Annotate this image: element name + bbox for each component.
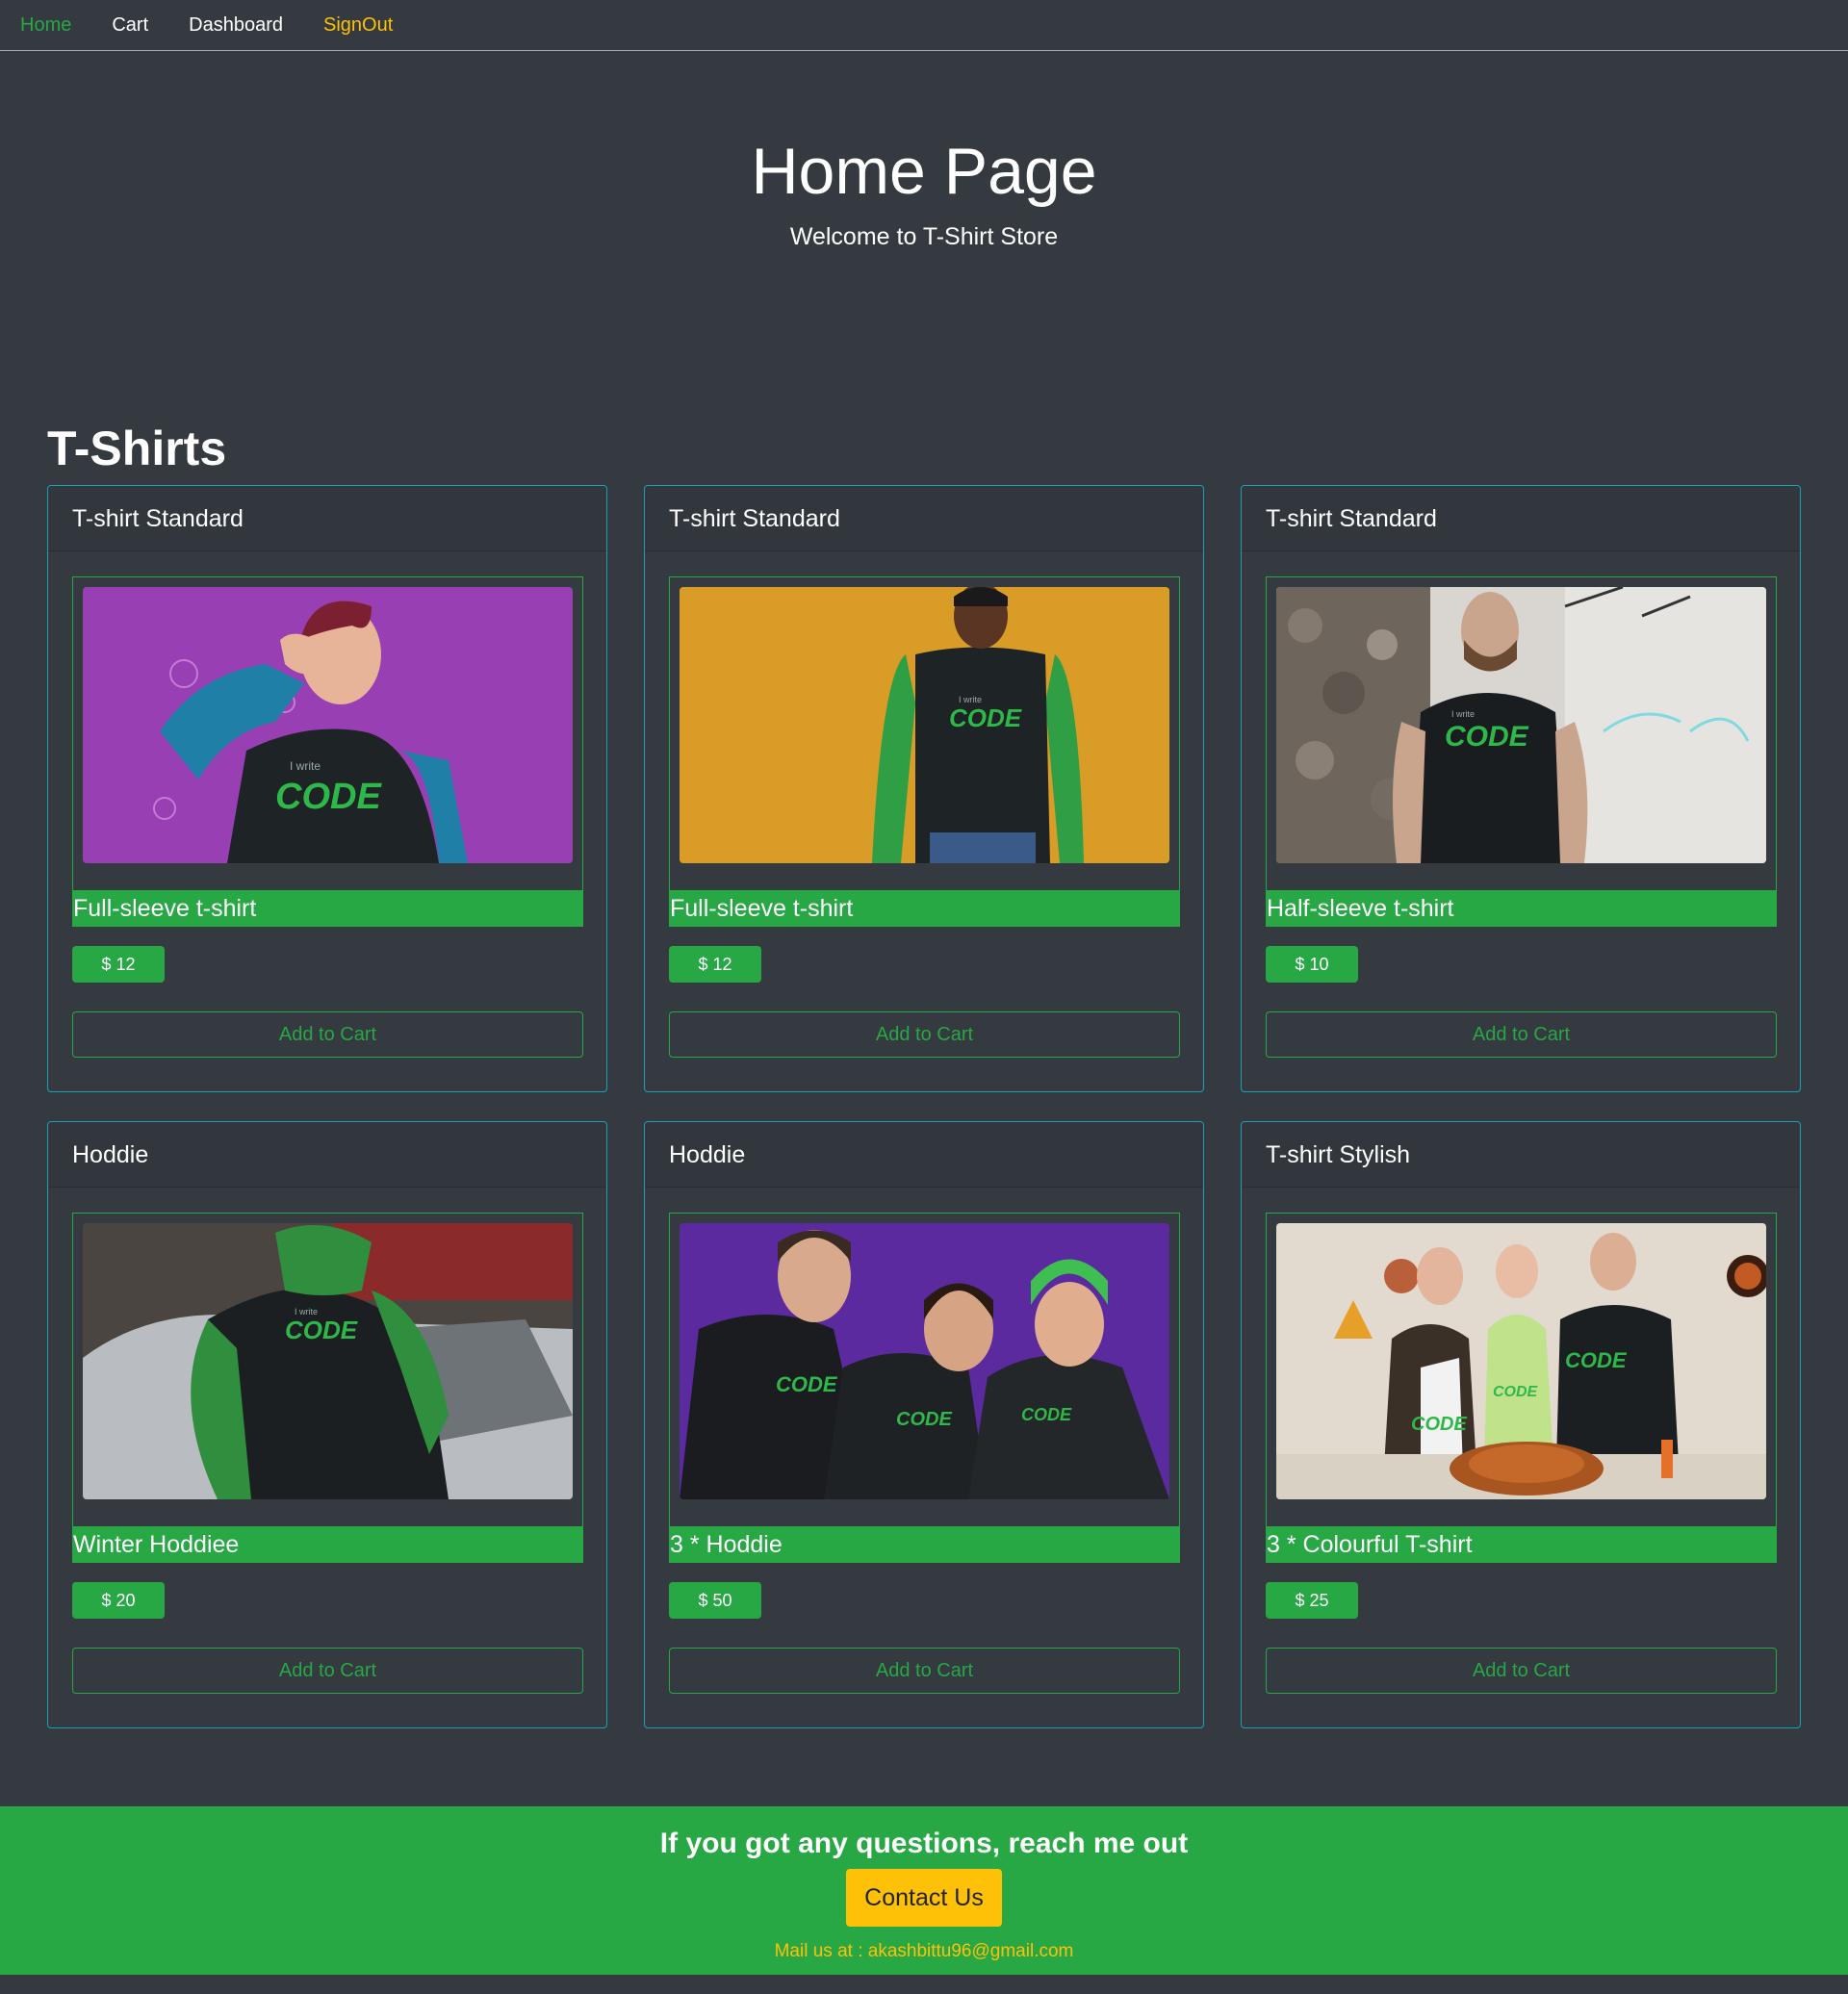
product-name: Half-sleeve t-shirt [1266, 890, 1777, 927]
add-to-cart-button[interactable]: Add to Cart [669, 1648, 1180, 1694]
price-badge: $ 10 [1266, 946, 1358, 983]
footer: If you got any questions, reach me out C… [0, 1806, 1848, 1975]
card-header: Hoddie [48, 1122, 606, 1188]
product-name: Full-sleeve t-shirt [72, 890, 583, 927]
contact-us-button[interactable]: Contact Us [846, 1869, 1002, 1927]
card-header: T-shirt Stylish [1242, 1122, 1800, 1188]
product-card: T-shirt Standard I write CODE Full-sleev… [644, 485, 1204, 1092]
nav-signout-link[interactable]: SignOut [323, 14, 393, 37]
product-grid: T-shirt Standard I write CODE Full-sleev… [47, 485, 1801, 1728]
svg-text:CODE: CODE [776, 1372, 838, 1396]
card-header: T-shirt Standard [1242, 486, 1800, 551]
product-image: CODE CODE CODE [680, 1223, 1169, 1499]
svg-text:CODE: CODE [1411, 1414, 1467, 1435]
image-frame: I write CODE [1266, 576, 1777, 890]
product-card: T-shirt Stylish CODE CODE CODE 3 * Colou… [1241, 1121, 1801, 1728]
image-frame: CODE CODE CODE [669, 1213, 1180, 1526]
price-badge: $ 12 [72, 946, 165, 983]
card-body: I write CODE Full-sleeve t-shirt $ 12 Ad… [72, 576, 583, 1058]
add-to-cart-button[interactable]: Add to Cart [72, 1648, 583, 1694]
image-frame: I write CODE [669, 576, 1180, 890]
add-to-cart-button[interactable]: Add to Cart [1266, 1011, 1777, 1058]
svg-text:CODE: CODE [949, 703, 1022, 732]
product-card: Hoddie CODE CODE CODE 3 * Hoddie $ 50 Ad… [644, 1121, 1204, 1728]
image-frame: CODE CODE CODE [1266, 1213, 1777, 1526]
product-card: T-shirt Standard [47, 485, 607, 1092]
card-header: T-shirt Standard [48, 486, 606, 551]
navbar: Home Cart Dashboard SignOut [0, 0, 1848, 51]
product-image: I write CODE [83, 587, 573, 863]
svg-text:CODE: CODE [1445, 721, 1529, 753]
price-badge: $ 50 [669, 1582, 761, 1619]
image-frame: I write CODE [72, 1213, 583, 1526]
svg-text:CODE: CODE [1565, 1348, 1628, 1372]
section-title: T-Shirts [47, 422, 227, 475]
price-badge: $ 20 [72, 1582, 165, 1619]
card-body: I write CODE Half-sleeve t-shirt $ 10 Ad… [1266, 576, 1777, 1058]
product-name: 3 * Colourful T-shirt [1266, 1526, 1777, 1563]
footer-mail-text: Mail us at : akashbittu96@gmail.com [774, 1941, 1074, 1961]
svg-text:CODE: CODE [1493, 1384, 1539, 1400]
svg-text:I write: I write [1451, 709, 1475, 719]
page-subtitle: Welcome to T-Shirt Store [789, 223, 1059, 250]
svg-text:CODE: CODE [275, 777, 382, 817]
card-header: Hoddie [645, 1122, 1203, 1188]
card-body: CODE CODE CODE 3 * Hoddie $ 50 Add to Ca… [669, 1213, 1180, 1694]
nav-cart-link[interactable]: Cart [112, 14, 148, 37]
bottom-strip [0, 1975, 1848, 1994]
product-name: 3 * Hoddie [669, 1526, 1180, 1563]
product-image: CODE CODE CODE [1276, 1223, 1766, 1499]
price-badge: $ 12 [669, 946, 761, 983]
page-title: Home Page [751, 135, 1097, 208]
svg-text:CODE: CODE [896, 1409, 952, 1430]
image-frame: I write CODE [72, 576, 583, 890]
svg-text:CODE: CODE [1021, 1405, 1072, 1424]
card-body: CODE CODE CODE 3 * Colourful T-shirt $ 2… [1266, 1213, 1777, 1694]
product-image: I write CODE [83, 1223, 573, 1499]
product-card: T-shirt Standard [1241, 485, 1801, 1092]
card-body: I write CODE Winter Hoddiee $ 20 Add to … [72, 1213, 583, 1694]
card-body: I write CODE Full-sleeve t-shirt $ 12 Ad… [669, 576, 1180, 1058]
product-name: Full-sleeve t-shirt [669, 890, 1180, 927]
product-image: I write CODE [680, 587, 1169, 863]
footer-heading: If you got any questions, reach me out [659, 1828, 1189, 1859]
card-header: T-shirt Standard [645, 486, 1203, 551]
add-to-cart-button[interactable]: Add to Cart [669, 1011, 1180, 1058]
nav-home-link[interactable]: Home [20, 14, 71, 37]
product-image: I write CODE [1276, 587, 1766, 863]
product-name: Winter Hoddiee [72, 1526, 583, 1563]
svg-text:I write: I write [290, 759, 321, 773]
add-to-cart-button[interactable]: Add to Cart [1266, 1648, 1777, 1694]
svg-text:CODE: CODE [285, 1316, 358, 1344]
price-badge: $ 25 [1266, 1582, 1358, 1619]
nav-dashboard-link[interactable]: Dashboard [189, 14, 283, 37]
add-to-cart-button[interactable]: Add to Cart [72, 1011, 583, 1058]
product-card: Hoddie I write CODE Winter Hoddiee $ 20 … [47, 1121, 607, 1728]
